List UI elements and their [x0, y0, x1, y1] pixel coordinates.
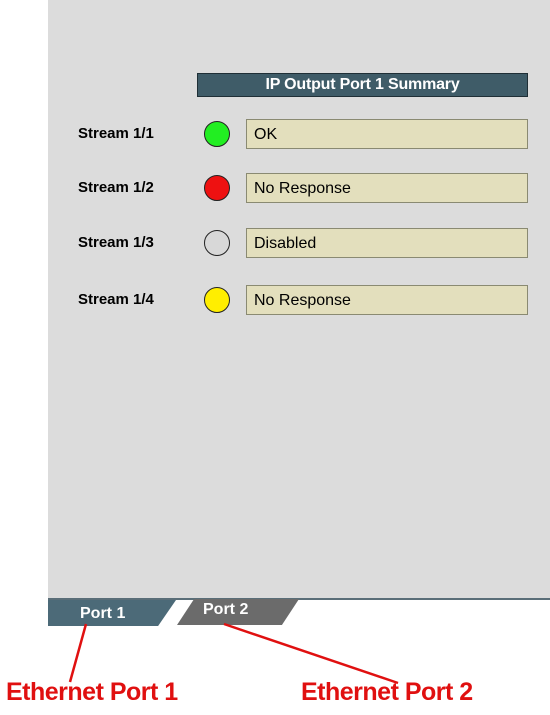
callout-arrows [68, 622, 399, 685]
callout-ethernet-port-2: Ethernet Port 2 [301, 678, 473, 706]
callout-line-port-1 [68, 623, 88, 683]
callout-line-port-2 [223, 622, 399, 685]
callout-ethernet-port-1: Ethernet Port 1 [6, 678, 178, 706]
